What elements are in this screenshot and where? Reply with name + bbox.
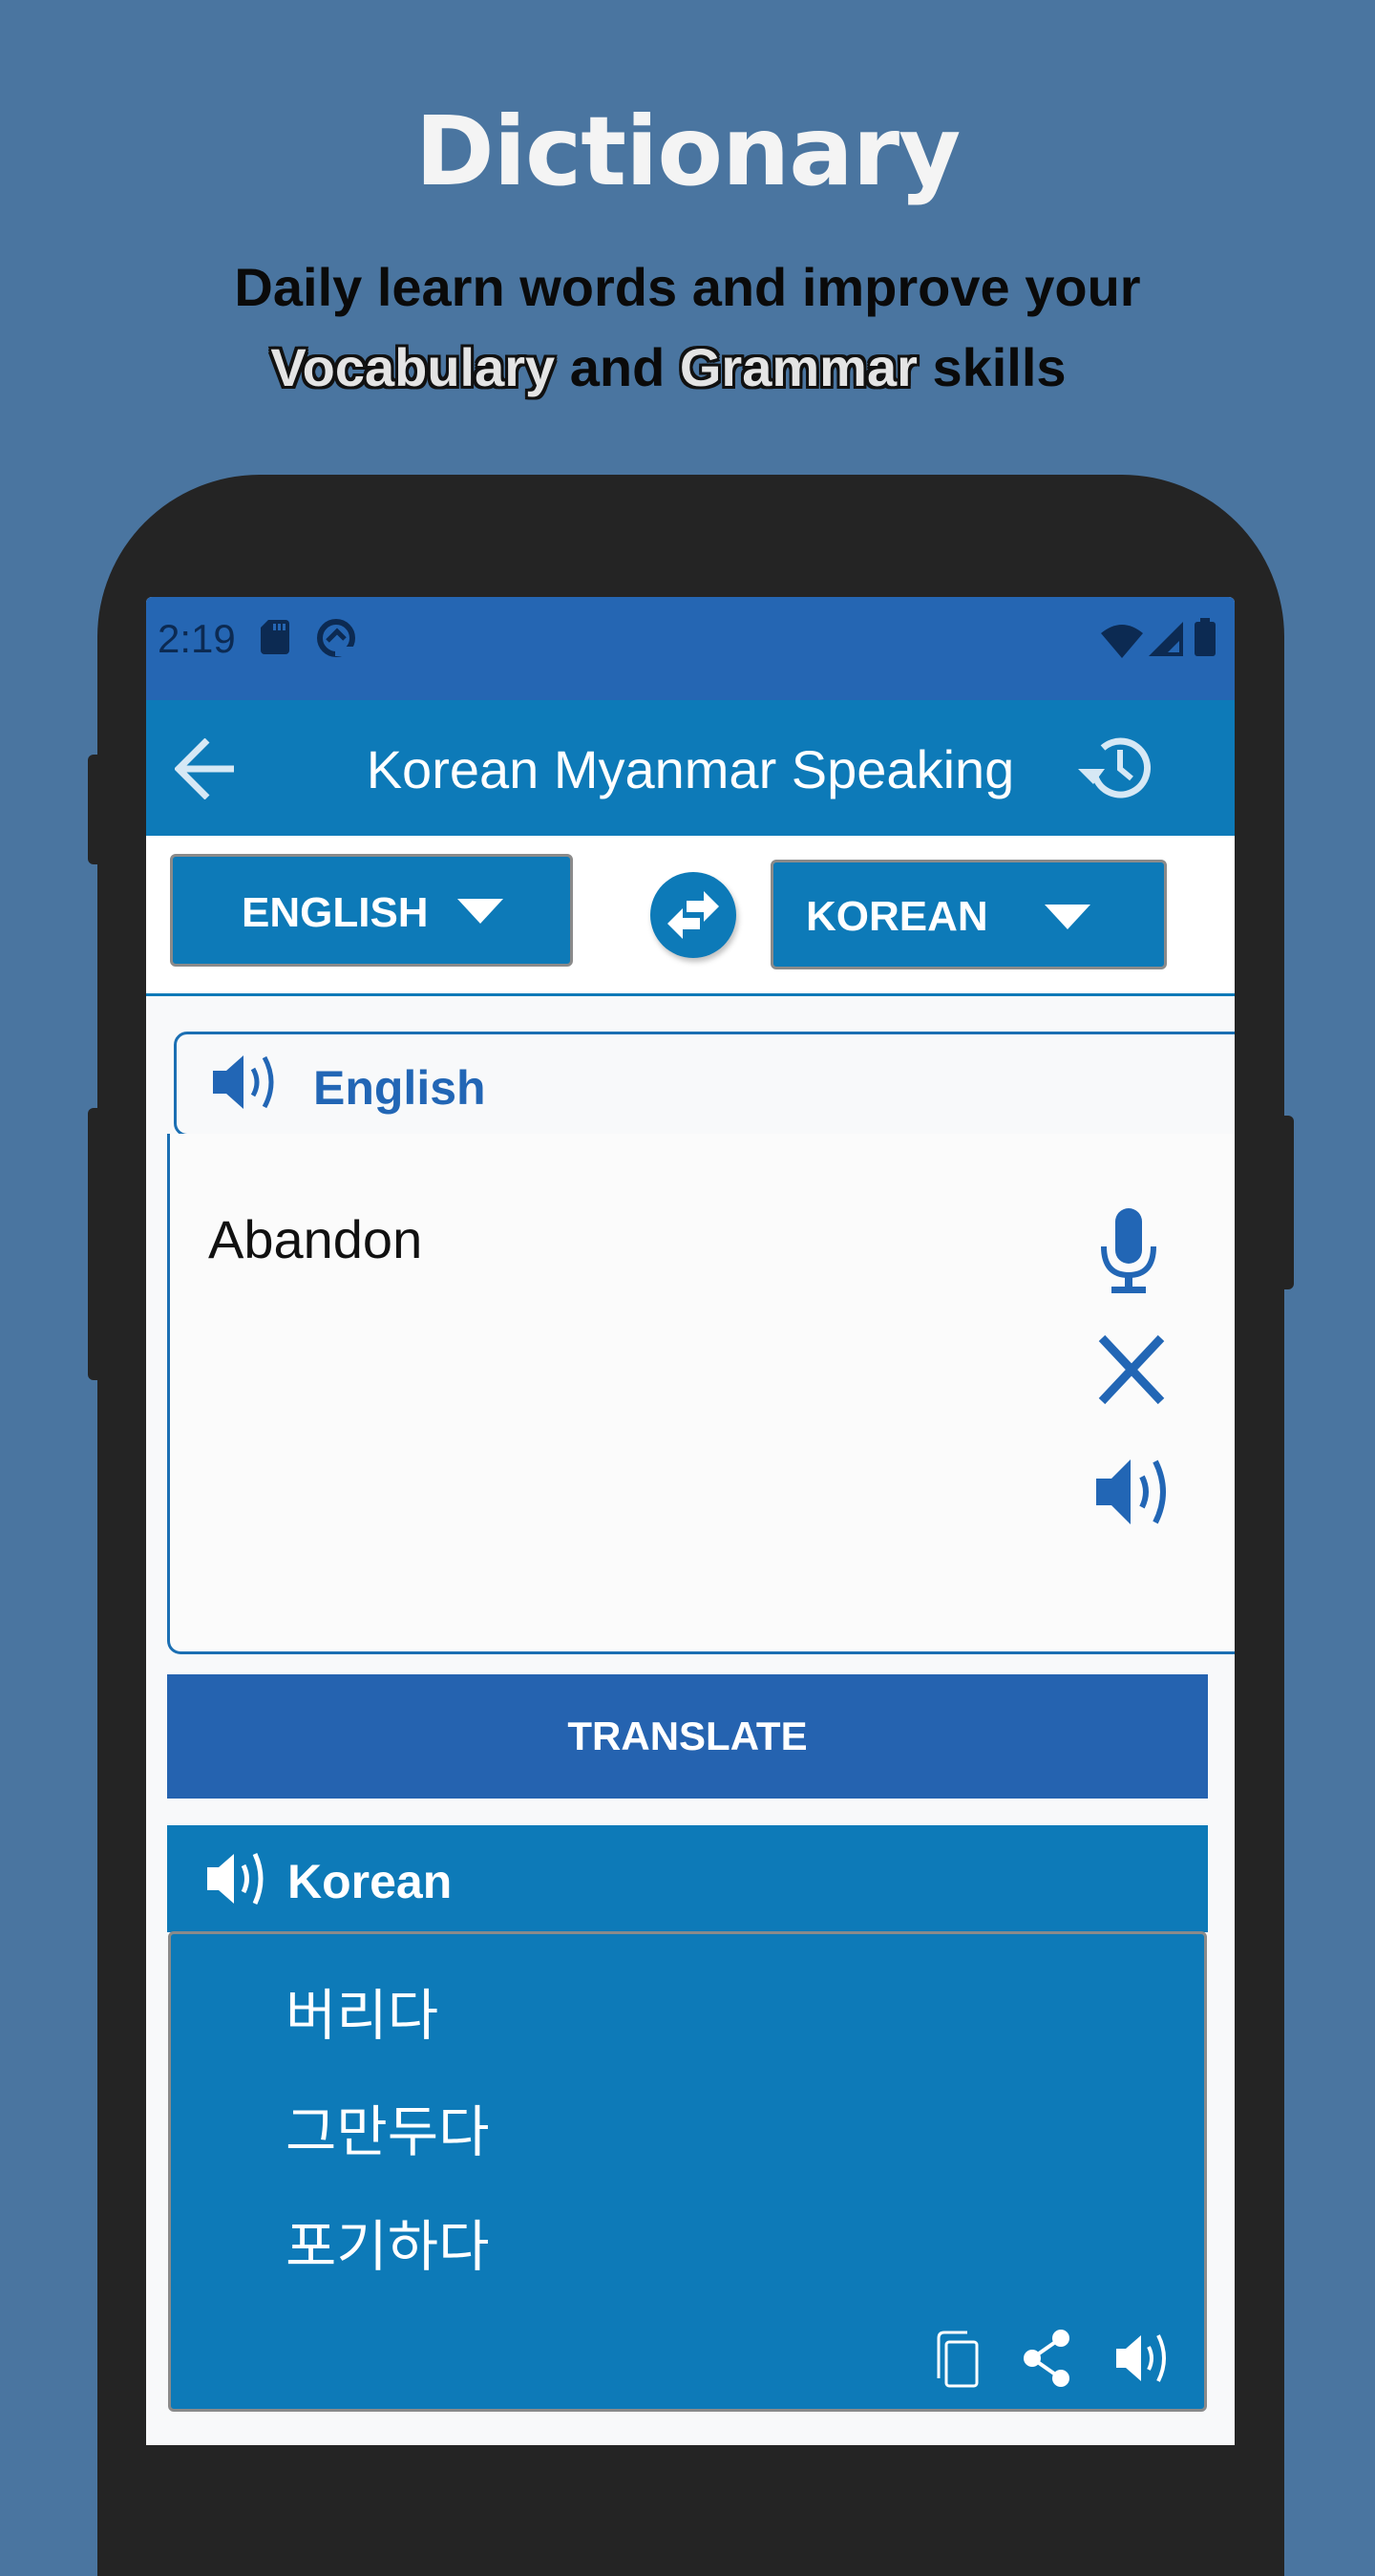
input-text-area[interactable]: Abandon — [167, 1134, 1235, 1654]
result-box: 버리다 그만두다 포기하다 — [168, 1931, 1207, 2412]
speaker-icon[interactable] — [213, 1052, 280, 1113]
promo-word-and: and — [555, 337, 680, 397]
result-language-label: Korean — [287, 1855, 453, 1908]
wifi-icon — [1101, 625, 1143, 658]
status-bar: 2:19 — [146, 597, 1235, 700]
promo-subtitle-line2: Vocabulary and Grammar skills — [0, 336, 1356, 398]
source-language-dropdown[interactable]: ENGLISH — [170, 854, 573, 967]
result-panel-header: Korean — [167, 1825, 1208, 1932]
toolbar-title: Korean Myanmar Speaking — [366, 739, 1015, 799]
sync-icon — [317, 619, 355, 657]
swap-languages-button[interactable] — [650, 872, 736, 958]
promo-word-grammar: Grammar — [679, 337, 918, 397]
input-panel-header: English — [174, 1032, 1235, 1137]
microphone-icon[interactable] — [1098, 1208, 1159, 1294]
result-word[interactable]: 포기하다 — [286, 2202, 489, 2282]
promo-subtitle-line1: Daily learn words and improve your — [234, 257, 1141, 317]
input-text[interactable]: Abandon — [208, 1208, 422, 1270]
status-time: 2:19 — [158, 616, 236, 661]
history-button[interactable] — [1074, 734, 1151, 801]
target-language-label: KOREAN — [806, 893, 988, 940]
translate-button[interactable]: TRANSLATE — [167, 1674, 1208, 1799]
speaker-icon[interactable] — [207, 1850, 268, 1907]
share-icon[interactable] — [1021, 2329, 1074, 2388]
battery-icon — [1195, 618, 1216, 656]
result-word[interactable]: 그만두다 — [286, 2087, 489, 2167]
signal-icon — [1149, 622, 1183, 656]
sd-card-icon — [261, 620, 289, 654]
chevron-down-icon — [1045, 905, 1090, 929]
language-selector-row: ENGLISH KOREAN — [146, 836, 1235, 996]
clear-icon[interactable] — [1098, 1334, 1165, 1405]
target-language-dropdown[interactable]: KOREAN — [771, 860, 1167, 969]
history-icon — [1078, 737, 1151, 798]
promo-word-skills: skills — [917, 337, 1067, 397]
speaker-icon[interactable] — [1096, 1456, 1173, 1528]
copy-icon[interactable] — [935, 2329, 981, 2388]
speaker-icon[interactable] — [1116, 2331, 1170, 2385]
chevron-down-icon — [457, 899, 503, 924]
result-word[interactable]: 버리다 — [286, 1970, 438, 2051]
promo-word-vocabulary: Vocabulary — [270, 337, 556, 397]
source-language-label: ENGLISH — [242, 889, 429, 936]
app-toolbar: Korean Myanmar Speaking — [146, 700, 1235, 836]
input-language-label: English — [313, 1061, 486, 1115]
promo-title: Dictionary — [414, 96, 962, 207]
swap-arrows-icon — [667, 891, 719, 939]
phone-screen: 2:19 Korean Myanmar Speaking ENGLISH KOR… — [146, 597, 1235, 2445]
